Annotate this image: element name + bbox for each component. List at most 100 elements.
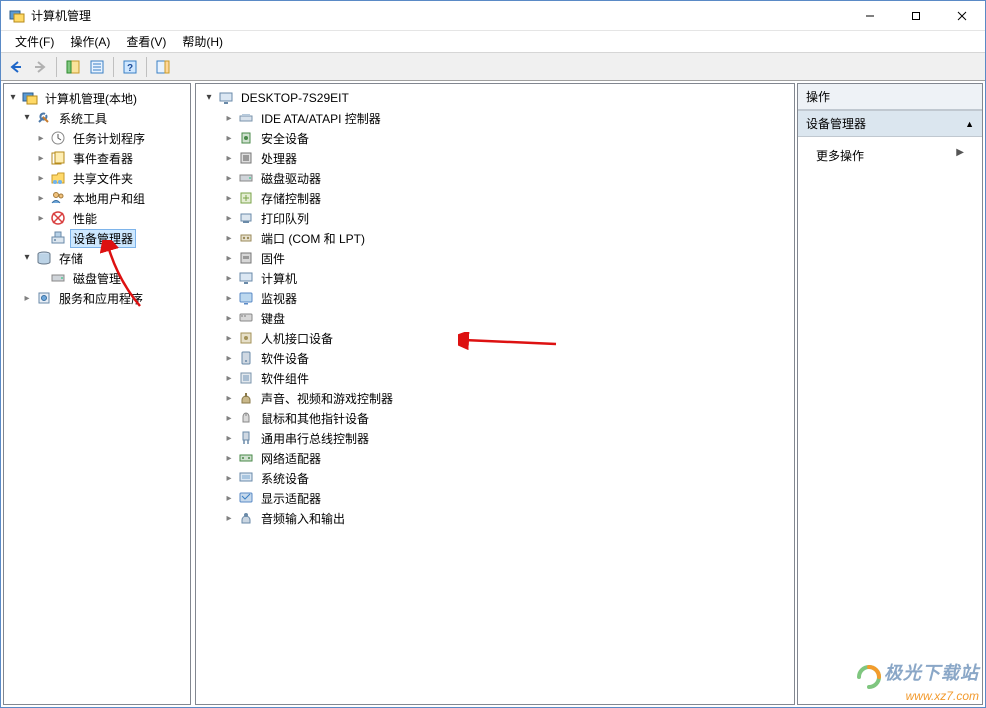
expand-icon[interactable]: [222, 451, 236, 465]
expand-icon[interactable]: [222, 151, 236, 165]
tree-node-storage[interactable]: 存储: [6, 248, 188, 268]
device-category[interactable]: 人机接口设备: [198, 328, 792, 348]
maximize-button[interactable]: [893, 1, 939, 31]
expand-icon[interactable]: [222, 191, 236, 205]
device-category[interactable]: 网络适配器: [198, 448, 792, 468]
device-category[interactable]: 显示适配器: [198, 488, 792, 508]
device-category-icon: [238, 490, 254, 506]
minimize-button[interactable]: [847, 1, 893, 31]
more-actions[interactable]: 更多操作 ▶: [798, 143, 982, 168]
expand-icon[interactable]: [222, 351, 236, 365]
properties-button[interactable]: [86, 56, 108, 78]
device-category-icon: [238, 230, 254, 246]
device-category[interactable]: 计算机: [198, 268, 792, 288]
expand-icon[interactable]: [34, 131, 48, 145]
title-bar: 计算机管理: [1, 1, 985, 31]
tree-node-services-apps[interactable]: 服务和应用程序: [6, 288, 188, 308]
tree-label: 存储: [56, 249, 86, 268]
menu-help[interactable]: 帮助(H): [174, 31, 231, 52]
expand-icon[interactable]: [20, 251, 34, 265]
tree-node-task-scheduler[interactable]: 任务计划程序: [6, 128, 188, 148]
expand-icon[interactable]: [222, 271, 236, 285]
device-category[interactable]: 监视器: [198, 288, 792, 308]
expand-icon[interactable]: [222, 251, 236, 265]
device-category-label: 音频输入和输出: [258, 509, 348, 528]
expand-icon[interactable]: [34, 191, 48, 205]
menu-view[interactable]: 查看(V): [118, 31, 174, 52]
expand-icon[interactable]: [222, 491, 236, 505]
expand-icon[interactable]: [20, 291, 34, 305]
tree-node-event-viewer[interactable]: 事件查看器: [6, 148, 188, 168]
expand-icon[interactable]: [222, 311, 236, 325]
expand-icon[interactable]: [222, 471, 236, 485]
expand-icon[interactable]: [222, 411, 236, 425]
tree-node-root[interactable]: 计算机管理(本地): [6, 88, 188, 108]
device-category[interactable]: 软件组件: [198, 368, 792, 388]
device-category[interactable]: 通用串行总线控制器: [198, 428, 792, 448]
expand-icon[interactable]: [222, 211, 236, 225]
tree-node-system-tools[interactable]: 系统工具: [6, 108, 188, 128]
expand-icon[interactable]: [222, 331, 236, 345]
menu-action[interactable]: 操作(A): [62, 31, 118, 52]
expand-icon[interactable]: [222, 511, 236, 525]
tree-label: 共享文件夹: [70, 169, 136, 188]
device-category-icon: [238, 270, 254, 286]
expand-icon[interactable]: [222, 231, 236, 245]
expand-icon[interactable]: [222, 431, 236, 445]
actions-group[interactable]: 设备管理器 ▲: [798, 110, 982, 137]
device-category[interactable]: 打印队列: [198, 208, 792, 228]
back-button[interactable]: [5, 56, 27, 78]
show-hide-tree-button[interactable]: [62, 56, 84, 78]
device-category[interactable]: 处理器: [198, 148, 792, 168]
expand-icon[interactable]: [34, 171, 48, 185]
expand-icon[interactable]: [222, 111, 236, 125]
console-tree[interactable]: 计算机管理(本地) 系统工具 任务计划程序: [4, 84, 190, 312]
device-category[interactable]: 声音、视频和游戏控制器: [198, 388, 792, 408]
tree-node-performance[interactable]: 性能: [6, 208, 188, 228]
device-tree[interactable]: DESKTOP-7S29EIT IDE ATA/ATAPI 控制器安全设备处理器…: [196, 84, 794, 532]
device-category-icon: [238, 170, 254, 186]
expand-icon[interactable]: [6, 91, 20, 105]
app-icon: [9, 8, 25, 24]
device-category[interactable]: 音频输入和输出: [198, 508, 792, 528]
device-category[interactable]: 软件设备: [198, 348, 792, 368]
expand-icon[interactable]: [222, 371, 236, 385]
expand-icon[interactable]: [222, 391, 236, 405]
device-category[interactable]: 键盘: [198, 308, 792, 328]
device-category[interactable]: 系统设备: [198, 468, 792, 488]
tree-node-shared-folders[interactable]: 共享文件夹: [6, 168, 188, 188]
expand-icon[interactable]: [202, 91, 216, 105]
expand-icon[interactable]: [34, 151, 48, 165]
console-tree-panel: 计算机管理(本地) 系统工具 任务计划程序: [3, 83, 191, 705]
toolbar: ?: [1, 53, 985, 81]
expand-icon[interactable]: [222, 171, 236, 185]
device-tree-panel: DESKTOP-7S29EIT IDE ATA/ATAPI 控制器安全设备处理器…: [195, 83, 795, 705]
device-category[interactable]: 鼠标和其他指针设备: [198, 408, 792, 428]
device-category[interactable]: 磁盘驱动器: [198, 168, 792, 188]
action-pane-button[interactable]: [152, 56, 174, 78]
forward-button[interactable]: [29, 56, 51, 78]
help-button[interactable]: ?: [119, 56, 141, 78]
expand-icon[interactable]: [222, 131, 236, 145]
tree-node-local-users[interactable]: 本地用户和组: [6, 188, 188, 208]
more-actions-label: 更多操作: [816, 149, 864, 163]
device-category-icon: [238, 370, 254, 386]
device-category-label: 打印队列: [258, 209, 312, 228]
expand-icon[interactable]: [34, 211, 48, 225]
device-category[interactable]: 安全设备: [198, 128, 792, 148]
collapse-icon: ▲: [965, 119, 974, 129]
menu-file[interactable]: 文件(F): [7, 31, 62, 52]
tree-label: 系统工具: [56, 109, 110, 128]
tree-node-disk-management[interactable]: 磁盘管理: [6, 268, 188, 288]
device-category[interactable]: 端口 (COM 和 LPT): [198, 228, 792, 248]
tree-node-device-manager[interactable]: 设备管理器: [6, 228, 188, 248]
expand-icon[interactable]: [222, 291, 236, 305]
device-root[interactable]: DESKTOP-7S29EIT: [198, 88, 792, 108]
tree-label: 设备管理器: [70, 229, 136, 248]
device-category[interactable]: IDE ATA/ATAPI 控制器: [198, 108, 792, 128]
close-button[interactable]: [939, 1, 985, 31]
device-category[interactable]: 存储控制器: [198, 188, 792, 208]
menu-bar: 文件(F) 操作(A) 查看(V) 帮助(H): [1, 31, 985, 53]
device-category[interactable]: 固件: [198, 248, 792, 268]
expand-icon[interactable]: [20, 111, 34, 125]
